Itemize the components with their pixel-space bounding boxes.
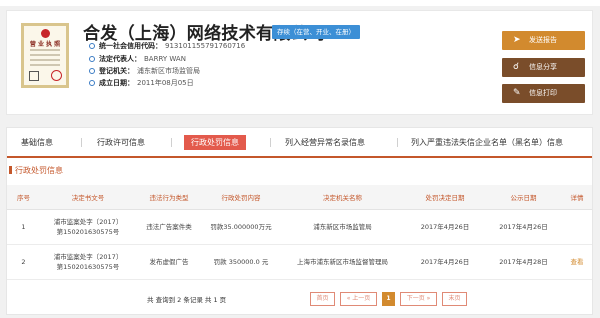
violation-type: 发布虚假广告 bbox=[136, 244, 202, 280]
table-row: 2 浦市监案处字〔2017〕 第150201630575号 发布虚假广告 罚款 3… bbox=[7, 244, 592, 280]
established-value: 2011年08月05日 bbox=[137, 79, 194, 87]
top-strip bbox=[0, 0, 600, 6]
table-header-row: 序号 决定书文号 违法行为类型 行政处罚内容 决定机关名称 处罚决定日期 公示日… bbox=[7, 185, 592, 210]
established-row: 成立日期： 2011年08月05日 bbox=[89, 78, 194, 89]
decision-doc-number: 浦市监案处字〔2017〕 第150201630575号 bbox=[40, 244, 136, 280]
prev-page-button[interactable]: « 上一页 bbox=[340, 292, 377, 306]
column-header: 公示日期 bbox=[485, 185, 562, 210]
tab-abnormal-list[interactable]: 列入经营异常名录信息 bbox=[285, 136, 365, 150]
authority-label: 登记机关： bbox=[99, 67, 134, 75]
next-page-button[interactable]: 下一页 » bbox=[400, 292, 437, 306]
column-header: 详情 bbox=[562, 185, 592, 210]
established-label: 成立日期： bbox=[99, 79, 134, 87]
pencil-icon: ✎ bbox=[513, 88, 521, 98]
last-page-button[interactable]: 末页 bbox=[442, 292, 467, 306]
column-header: 行政处罚内容 bbox=[202, 185, 280, 210]
tab-divider bbox=[81, 138, 82, 147]
tab-penalty-info[interactable]: 行政处罚信息 bbox=[184, 135, 246, 150]
authority-name: 浦东新区市场监管局 bbox=[280, 209, 405, 245]
legal-rep-value: BARRY WAN bbox=[144, 55, 186, 63]
send-icon: ➤ bbox=[513, 35, 521, 45]
row-number: 1 bbox=[7, 209, 40, 245]
first-page-button[interactable]: 首页 bbox=[310, 292, 335, 306]
tab-blacklist[interactable]: 列入严重违法失信企业名单（黑名单）信息 bbox=[411, 136, 563, 150]
print-button[interactable]: ✎ 信息打印 bbox=[502, 84, 585, 103]
column-header: 决定机关名称 bbox=[280, 185, 405, 210]
authority-value: 浦东新区市场监管局 bbox=[137, 67, 200, 75]
credit-code-row: 统一社会信用代码： 913101155791760716 bbox=[89, 41, 245, 52]
seal-stamp-icon bbox=[51, 70, 62, 81]
tab-license-info[interactable]: 行政许可信息 bbox=[97, 136, 145, 150]
license-title: 营 业 执 照 bbox=[29, 41, 61, 48]
business-license-thumbnail[interactable]: 营 业 执 照 bbox=[21, 23, 69, 88]
column-header: 序号 bbox=[7, 185, 40, 210]
status-badge: 存续（在营、开业、在册） bbox=[272, 25, 360, 39]
row-number: 2 bbox=[7, 244, 40, 280]
table-row: 1 浦市监案处字〔2017〕 第150201630575号 违法广告案件类 罚款3… bbox=[7, 209, 592, 245]
license-text-lines bbox=[30, 49, 60, 69]
detail-panel: 基础信息 行政许可信息 行政处罚信息 列入经营异常名录信息 列入严重违法失信企业… bbox=[6, 127, 593, 315]
company-card: 营 业 执 照 合发（上海）网络技术有限公司 存续（在营、开业、在册） 统一社会… bbox=[6, 10, 593, 115]
publish-date: 2017年4月28日 bbox=[485, 244, 562, 280]
decision-doc-number: 浦市监案处字〔2017〕 第150201630575号 bbox=[40, 209, 136, 245]
send-report-button[interactable]: ➤ 发送报告 bbox=[502, 31, 585, 50]
violation-type: 违法广告案件类 bbox=[136, 209, 202, 245]
authority-name: 上海市浦东新区市场监督管理局 bbox=[280, 244, 405, 280]
column-header: 决定书文号 bbox=[40, 185, 136, 210]
view-detail-link[interactable]: 查看 bbox=[571, 258, 584, 266]
person-icon bbox=[89, 56, 95, 62]
credit-code-label: 统一社会信用代码： bbox=[99, 42, 162, 50]
clock-icon bbox=[89, 80, 95, 86]
publish-date: 2017年4月26日 bbox=[485, 209, 562, 245]
id-icon bbox=[89, 43, 95, 49]
section-title: 行政处罚信息 bbox=[9, 165, 63, 176]
detail-cell bbox=[562, 209, 592, 245]
credit-code-value: 913101155791760716 bbox=[165, 42, 246, 50]
location-icon bbox=[89, 68, 95, 74]
legal-rep-label: 法定代表人： bbox=[99, 55, 141, 63]
column-header: 处罚决定日期 bbox=[405, 185, 485, 210]
share-icon: ☌ bbox=[513, 62, 520, 72]
legal-rep-row: 法定代表人： BARRY WAN bbox=[89, 54, 186, 65]
qr-code-icon bbox=[29, 71, 39, 81]
tab-basic-info[interactable]: 基础信息 bbox=[21, 136, 53, 150]
decision-date: 2017年4月26日 bbox=[405, 244, 485, 280]
tab-bar: 基础信息 行政许可信息 行政处罚信息 列入经营异常名录信息 列入严重违法失信企业… bbox=[7, 128, 592, 158]
share-button[interactable]: ☌ 信息分享 bbox=[502, 58, 585, 77]
national-emblem-icon bbox=[41, 29, 50, 38]
authority-row: 登记机关： 浦东新区市场监管局 bbox=[89, 66, 200, 77]
tab-divider bbox=[397, 138, 398, 147]
detail-cell: 查看 bbox=[562, 244, 592, 280]
column-header: 违法行为类型 bbox=[136, 185, 202, 210]
penalty-content: 罚款35.000000万元 bbox=[202, 209, 280, 245]
tab-divider bbox=[171, 138, 172, 147]
current-page-button[interactable]: 1 bbox=[382, 292, 395, 306]
tab-divider bbox=[270, 138, 271, 147]
pager-summary: 共 查询到 2 条记录 共 1 页 bbox=[147, 296, 227, 304]
penalty-content: 罚款 350000.0 元 bbox=[202, 244, 280, 280]
decision-date: 2017年4月26日 bbox=[405, 209, 485, 245]
penalty-table: 序号 决定书文号 违法行为类型 行政处罚内容 决定机关名称 处罚决定日期 公示日… bbox=[7, 185, 592, 280]
